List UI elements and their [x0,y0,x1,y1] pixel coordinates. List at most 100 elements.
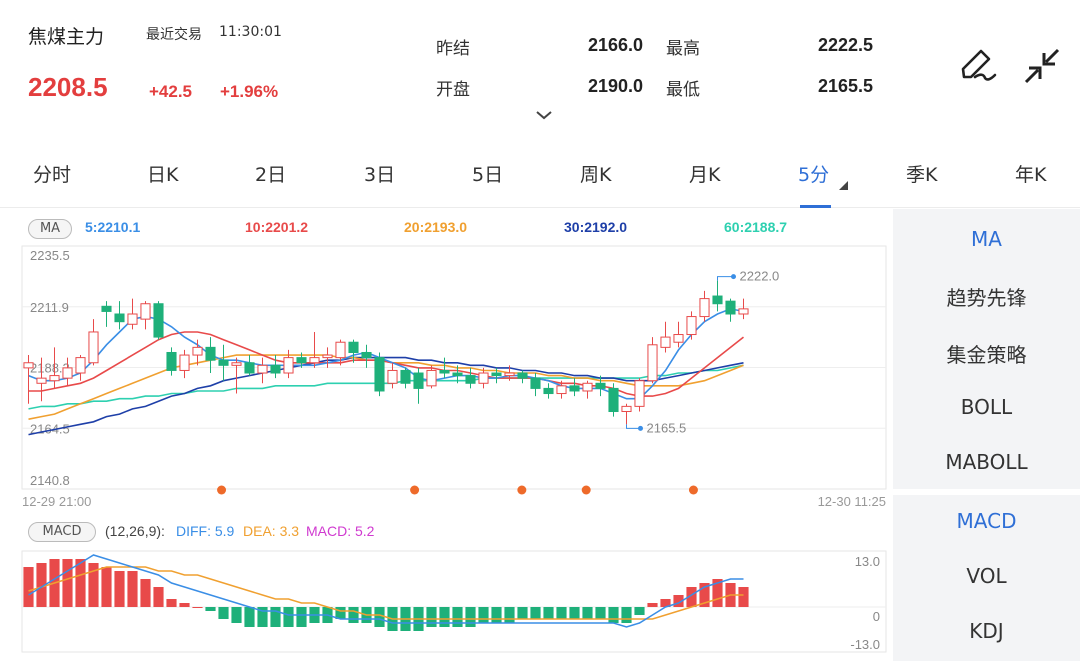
chevron-down-icon[interactable] [534,108,554,122]
signal-dot [217,485,227,495]
candle-body [569,385,580,392]
price-change: +42.5 [149,82,193,101]
price-axis-label: 2164.5 [30,421,70,436]
low-value: 2165.5 [817,76,873,96]
candle-body [504,372,515,377]
tab-5day[interactable]: 5日 [472,160,503,187]
collapse-arrows-icon[interactable] [1020,44,1064,88]
macd-value: MACD: 5.2 [306,523,375,539]
candle-body [49,375,60,382]
candle-body [62,367,73,379]
tab-yearly[interactable]: 年K [1015,160,1046,187]
prev-close-label: 昨结 [436,39,470,59]
tab-2day[interactable]: 2日 [255,160,286,187]
macd-bar [595,607,606,619]
low-label: 最低 [666,80,700,100]
candle-body [335,341,346,359]
ma5-value: 5:2210.1 [85,219,141,235]
macd-bar [517,607,528,619]
indicator-ma[interactable]: MA [893,227,1080,251]
macd-bar [530,607,541,619]
tab-quarterly[interactable]: 季K [906,160,937,187]
candle-body [36,377,47,384]
tab-intraday[interactable]: 分时 [33,160,71,187]
macd-bar [621,607,632,623]
tab-5min[interactable]: 5分 [798,160,829,187]
candle-body [270,364,281,374]
high-value: 2222.5 [817,35,873,55]
candle-body [127,313,138,325]
panel-divider [893,489,1080,495]
tab-daily[interactable]: 日K [147,160,178,187]
macd-axis-bottom: -13.0 [850,637,880,652]
signal-dot [581,485,591,495]
recent-trade-label: 最近交易 [146,27,202,43]
candle-body [387,369,398,384]
macd-bar [166,599,177,607]
indicator-maboll[interactable]: MABOLL [893,450,1080,474]
macd-bar [491,607,502,623]
candle-body [608,387,619,413]
indicator-kdj[interactable]: KDJ [893,619,1080,643]
tab-weekly[interactable]: 周K [580,160,611,187]
draw-pen-icon[interactable] [955,44,999,88]
macd-bar [738,587,749,607]
indicator-trend-pioneer[interactable]: 趋势先锋 [893,282,1080,311]
macd-bar [426,607,437,627]
price-change-percent: +1.96% [220,82,279,101]
macd-bar [543,607,554,619]
time-axis-end: 12-30 11:25 [818,494,886,509]
candle-body [322,354,333,359]
candle-body [426,369,437,387]
macd-panel-frame [21,550,887,653]
candle-body [491,372,502,377]
macd-badge[interactable]: MACD [28,522,96,542]
candle-body [23,362,34,369]
tab-dropdown-icon[interactable] [839,181,848,190]
macd-diff: DIFF: 5.9 [176,523,235,539]
period-tabs: 分时 日K 2日 3日 5日 周K 月K 5分 季K 年K [0,150,1080,208]
macd-bar [192,607,203,608]
kline-chart[interactable]: 2235.52211.92188.22164.52140.82222.02165… [0,209,893,661]
macd-params: (12,26,9): [105,523,165,539]
macd-axis-top: 13.0 [855,554,880,569]
candle-body [582,382,593,392]
candle-body [452,372,463,377]
macd-bar [127,571,138,607]
macd-dea: DEA: 3.3 [243,523,300,539]
signal-dot [410,485,420,495]
macd-axis-zero: 0 [873,609,880,624]
indicator-panel: MA 趋势先锋 集金策略 BOLL MABOLL MACD VOL KDJ [893,209,1080,661]
low-marker-label: 2165.5 [647,420,687,435]
macd-bar [582,607,593,619]
candle-body [114,313,125,323]
candle-body [478,372,489,384]
tab-3day[interactable]: 3日 [364,160,395,187]
macd-bar [504,607,515,623]
candle-body [374,357,385,392]
macd-bar [75,559,86,607]
indicator-macd[interactable]: MACD [893,509,1080,533]
candle-body [660,336,671,348]
indicator-gold-strategy[interactable]: 集金策略 [893,339,1080,368]
ma30-value: 30:2192.0 [564,219,628,235]
indicator-vol[interactable]: VOL [893,564,1080,588]
macd-bar [647,603,658,607]
macd-bar [153,587,164,607]
macd-bar [439,607,450,627]
macd-bar [452,607,463,627]
high-marker-label: 2222.0 [740,269,780,284]
candle-body [166,351,177,371]
macd-bar [140,579,151,607]
indicator-boll[interactable]: BOLL [893,395,1080,419]
candle-body [517,372,528,379]
ma20-value: 20:2193.0 [404,219,468,235]
candle-body [699,298,710,318]
ma-badge[interactable]: MA [28,219,72,239]
open-label: 开盘 [436,80,470,100]
tab-monthly[interactable]: 月K [689,160,720,187]
macd-bar [283,607,294,627]
candle-body [686,316,697,336]
price-axis-label: 2235.5 [30,248,70,263]
macd-bar [218,607,229,619]
